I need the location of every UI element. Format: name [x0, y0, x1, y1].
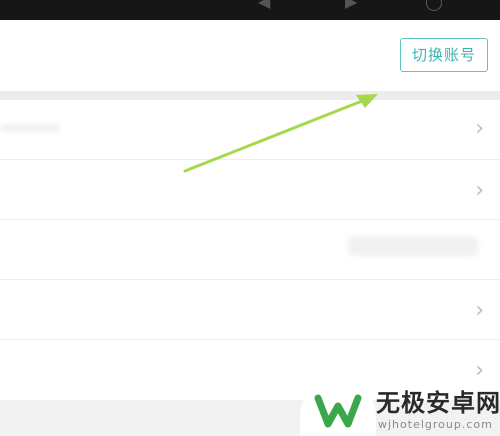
watermark-logo: [300, 378, 376, 436]
watermark: 无极安卓网 wjhotelgroup.com: [300, 378, 500, 436]
watermark-url: wjhotelgroup.com: [378, 418, 493, 431]
w-logo-icon: [314, 394, 362, 428]
annotation-arrow: [183, 94, 378, 173]
arrow-shaft: [183, 99, 364, 173]
watermark-title: 无极安卓网: [376, 389, 500, 417]
